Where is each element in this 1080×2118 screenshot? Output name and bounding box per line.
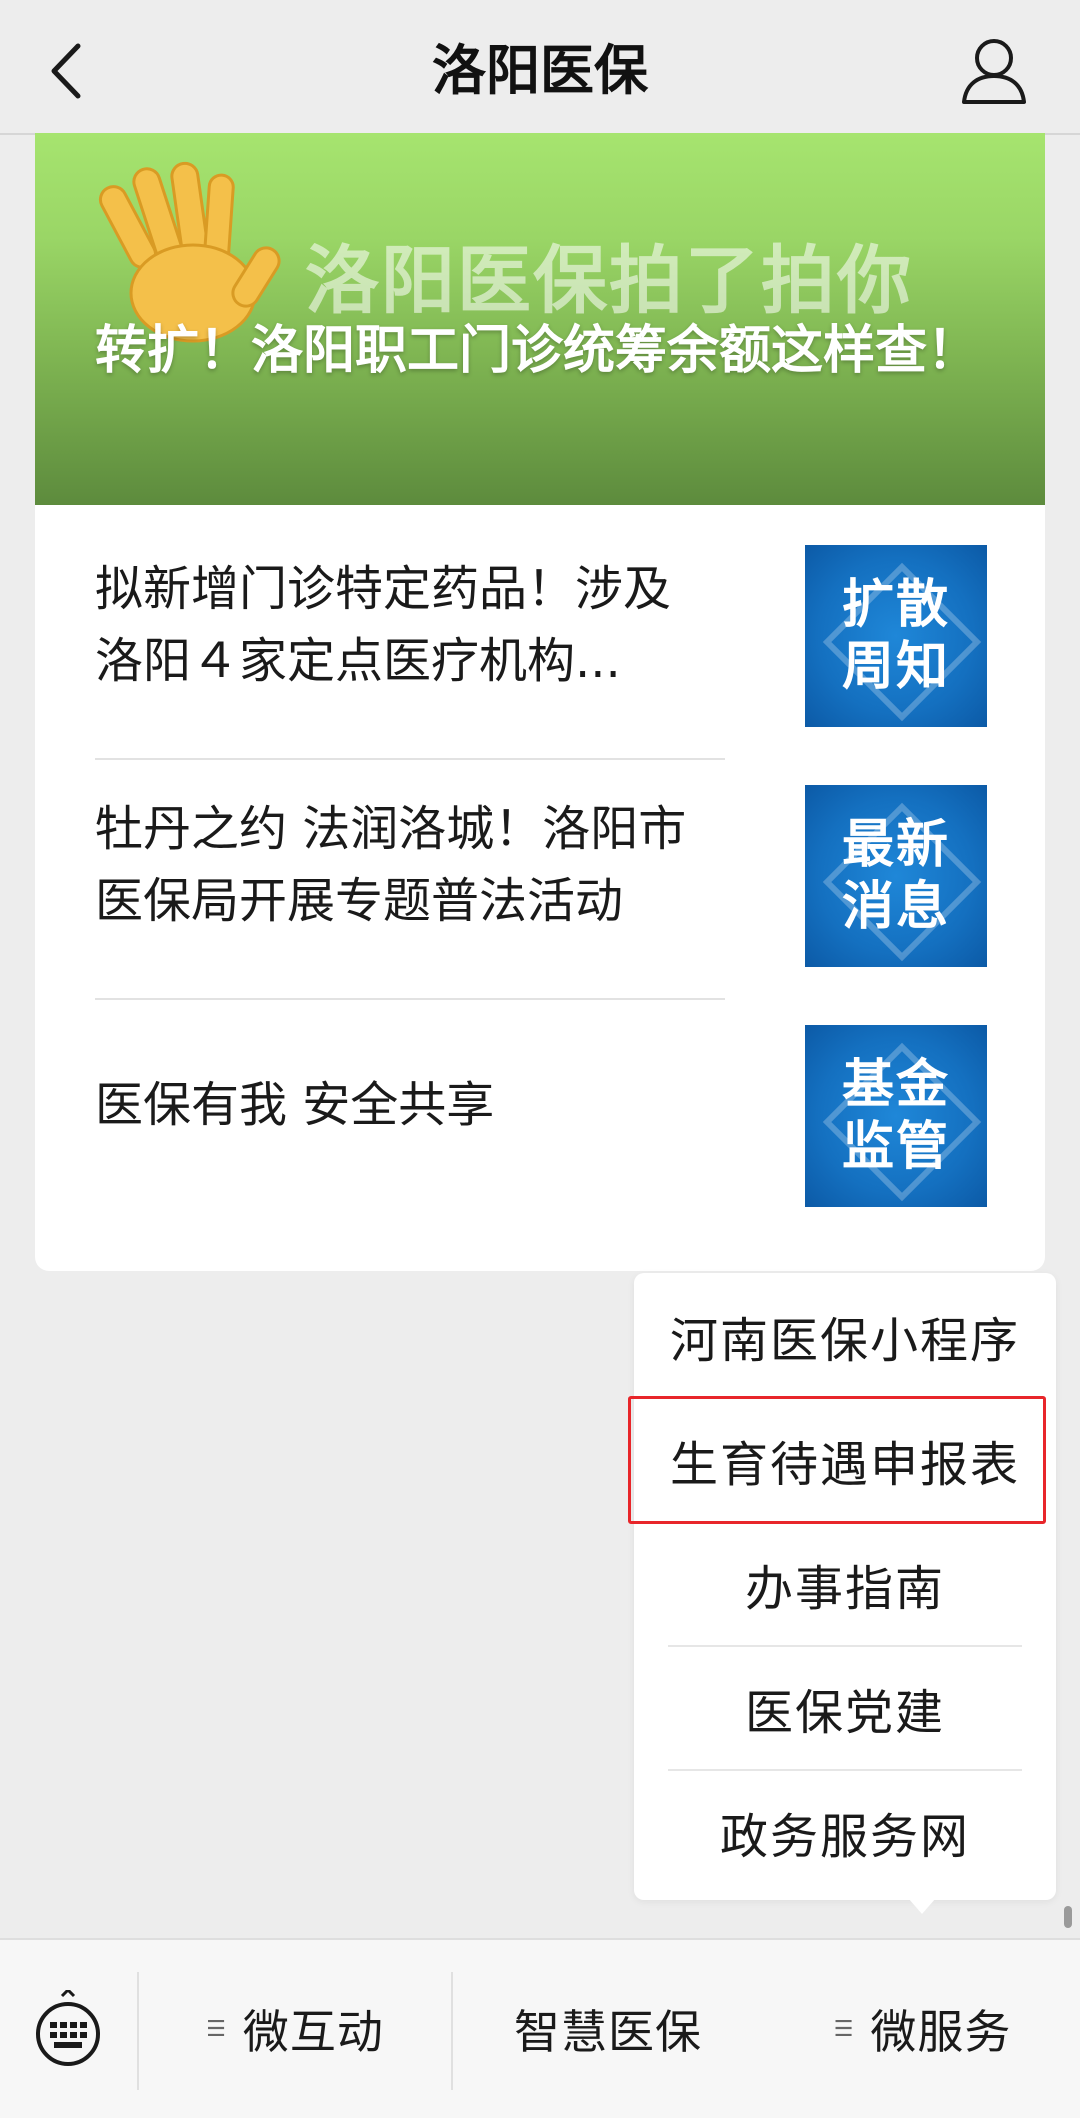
article-title: 拟新增门诊特定药品！涉及洛阳４家定点医疗机构... <box>95 561 672 689</box>
profile-button[interactable] <box>958 34 1030 108</box>
top-navigation-bar: 洛阳医保 <box>0 0 1080 135</box>
scrollbar[interactable] <box>1064 1906 1072 1928</box>
submenu-pointer <box>908 1898 936 1914</box>
tab-label: 微服务 <box>870 2005 1012 2059</box>
submenu-item-government-service[interactable]: 政务服务网 <box>634 1771 1056 1893</box>
article-title: 牡丹之约 法润洛城！洛阳市医保局开展专题普法活动 <box>95 801 687 929</box>
submenu-item-party-building[interactable]: 医保党建 <box>634 1647 1056 1769</box>
thumbnail-text: 监管 <box>841 1117 950 1177</box>
article-item[interactable]: 医保有我 安全共享 基金 监管 <box>35 985 1045 1225</box>
tab-wei-interaction[interactable]: ☰ 微互动 <box>139 1940 451 2118</box>
submenu-item-henan-mini-program[interactable]: 河南医保小程序 <box>634 1275 1056 1397</box>
highlight-box <box>628 1396 1046 1524</box>
thumbnail-text: 扩散 <box>841 575 950 635</box>
tab-label: 微互动 <box>242 2005 384 2059</box>
thumbnail-text: 周知 <box>841 637 950 697</box>
submenu-icon: ☰ <box>206 2016 227 2042</box>
article-item[interactable]: 拟新增门诊特定药品！涉及洛阳４家定点医疗机构... 扩散 周知 <box>35 505 1045 745</box>
submenu-item-service-guide[interactable]: 办事指南 <box>634 1523 1056 1645</box>
article-thumbnail: 扩散 周知 <box>805 545 987 727</box>
hero-title: 转扩！洛阳职工门诊统筹余额这样查！ <box>95 321 980 381</box>
thumbnail-text: 消息 <box>841 877 950 937</box>
article-title: 医保有我 安全共享 <box>95 1077 495 1133</box>
article-thumbnail: 基金 监管 <box>805 1025 987 1207</box>
article-item[interactable]: 牡丹之约 法润洛城！洛阳市医保局开展专题普法活动 最新 消息 <box>35 745 1045 985</box>
submenu-icon: ☰ <box>833 2016 855 2042</box>
article-thumbnail: 最新 消息 <box>805 785 987 967</box>
article-card: 洛阳医保拍了拍你 转扩！洛阳职工门诊统筹余额这样查！ 拟新增门诊特定药品！涉及洛… <box>35 133 1045 1271</box>
tab-wei-service[interactable]: ☰ 微服务 <box>765 1940 1080 2118</box>
tab-smart-medical-insurance[interactable]: 智慧医保 <box>453 1940 763 2118</box>
bottom-menu-bar: ☰ 微互动 智慧医保 ☰ 微服务 <box>0 1938 1080 2118</box>
tab-label: 智慧医保 <box>514 2005 702 2059</box>
hero-article[interactable]: 洛阳医保拍了拍你 转扩！洛阳职工门诊统筹余额这样查！ <box>35 133 1045 505</box>
service-submenu: 河南医保小程序 生育待遇申报表 办事指南 医保党建 政务服务网 <box>634 1273 1056 1900</box>
thumbnail-text: 最新 <box>841 815 950 875</box>
keyboard-icon <box>36 1987 100 2066</box>
person-icon <box>962 39 1026 104</box>
keyboard-toggle-button[interactable] <box>34 1987 102 2068</box>
thumbnail-text: 基金 <box>841 1055 950 1115</box>
page-title: 洛阳医保 <box>432 39 648 102</box>
